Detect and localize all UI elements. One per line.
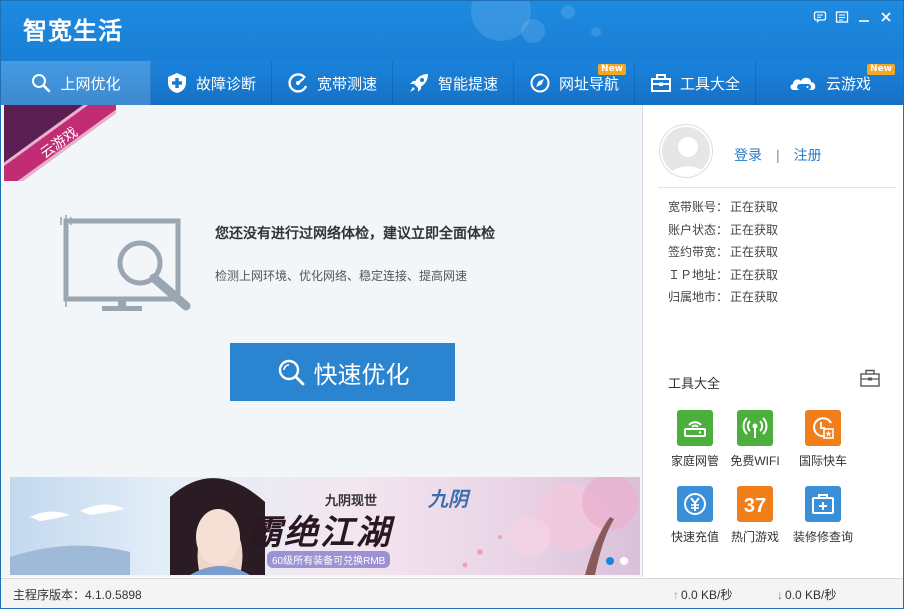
register-link[interactable]: 注册 xyxy=(794,145,822,165)
cloud-gamepad-icon xyxy=(790,77,816,90)
check-description: 检测上网环境、优化网络、稳定连接、提高网速 xyxy=(215,269,468,283)
quick-optimize-button[interactable]: 快速优化 xyxy=(230,343,455,401)
tool-label: 装修修查询 xyxy=(792,530,853,544)
menu-icon[interactable] xyxy=(835,10,849,24)
tab-label: 智能提速 xyxy=(437,75,498,93)
decor-bubble xyxy=(591,27,601,37)
info-value: 正在获取 xyxy=(730,290,779,304)
main-panel: 云游戏 您还没有进行过网络体检，建议立即全面体检 检测上网环境、优化网络、稳定连… xyxy=(1,105,643,577)
new-badge: New xyxy=(867,64,895,75)
tab-label: 云游戏 xyxy=(825,75,871,93)
tab-url-navigation[interactable]: 网址导航 New xyxy=(514,61,635,105)
tool-hot-games[interactable]: 37 热门游戏 xyxy=(720,486,790,545)
speedometer-icon xyxy=(288,73,308,93)
medical-cross-icon xyxy=(167,73,186,93)
cloud-game-ribbon[interactable]: 云游戏 xyxy=(4,105,116,181)
wifi-icon xyxy=(737,410,773,446)
avatar[interactable] xyxy=(660,125,712,177)
compass-icon xyxy=(530,73,550,93)
tab-tools[interactable]: 工具大全 xyxy=(635,61,756,105)
search-icon xyxy=(278,359,304,386)
tab-network-optimize[interactable]: 上网优化 xyxy=(1,61,151,105)
account-info-list: 宽带账号： 正在获取 账户状态： 正在获取 签约带宽： 正在获取 ＩＰ地址： 正在获取 … xyxy=(668,198,778,311)
app-window: 智宽生活 上网优化 故障诊断 宽带测速 智能提速 网址导航 New 工具大全 云… xyxy=(0,0,904,609)
tab-label: 工具大全 xyxy=(679,75,740,93)
info-key: 归属地市： xyxy=(668,290,729,304)
login-link[interactable]: 登录 xyxy=(734,145,762,165)
rocket-icon xyxy=(409,74,428,92)
upload-speed: ↑ 0.0 KB/秒 xyxy=(673,586,732,603)
magnifier-icon xyxy=(32,74,51,93)
status-bar: 主程序版本：4.1.0.5898 ↑ 0.0 KB/秒 ↓ 0.0 KB/秒 xyxy=(1,578,903,608)
tool-free-wifi[interactable]: 免费WIFI xyxy=(720,410,790,469)
tab-label: 上网优化 xyxy=(60,75,121,93)
info-key: 签约带宽： xyxy=(668,245,729,259)
account-panel: 登录 | 注册 宽带账号： 正在获取 账户状态： 正在获取 签约带宽： 正在获取 ＩＰ… xyxy=(644,105,903,577)
decor-bubble xyxy=(561,5,575,19)
info-row: 归属地市： 正在获取 xyxy=(668,288,778,311)
app-title: 智宽生活 xyxy=(23,18,123,45)
pager-dot[interactable] xyxy=(620,557,628,565)
window-controls xyxy=(813,10,893,24)
download-speed-value: 0.0 KB/秒 xyxy=(785,588,837,602)
user-silhouette-icon xyxy=(670,137,706,175)
svg-text:37: 37 xyxy=(744,495,766,517)
info-row: 账户状态： 正在获取 xyxy=(668,221,778,244)
info-key: 账户状态： xyxy=(668,222,729,237)
router-icon xyxy=(677,410,713,446)
network-check-illustration xyxy=(60,215,191,311)
info-row: 宽带账号： 正在获取 xyxy=(668,198,778,221)
tab-fault-diagnosis[interactable]: 故障诊断 xyxy=(151,61,272,105)
toolbox-icon[interactable] xyxy=(860,369,880,387)
arrow-down-icon: ↓ xyxy=(777,588,783,602)
info-row: ＩＰ地址： 正在获取 xyxy=(668,266,778,289)
tab-speed-test[interactable]: 宽带测速 xyxy=(272,61,393,105)
banner-pager xyxy=(606,557,628,565)
info-key: 宽带账号： xyxy=(668,200,729,214)
game-logo: 九阴 xyxy=(428,489,468,511)
minimize-icon[interactable] xyxy=(857,10,871,24)
banner-promo: 60级所有装备可兑换RMB xyxy=(267,551,391,568)
tab-label: 网址导航 xyxy=(558,75,619,93)
game-37-icon: 37 xyxy=(737,486,773,522)
arrow-up-icon: ↑ xyxy=(673,588,679,602)
upload-speed-value: 0.0 KB/秒 xyxy=(681,588,733,602)
divider xyxy=(658,187,896,188)
info-value: 正在获取 xyxy=(730,245,779,259)
tool-international-express[interactable]: 国际快车 xyxy=(788,410,858,469)
clock-star-icon xyxy=(805,410,841,446)
info-key: ＩＰ地址： xyxy=(668,267,729,282)
login-links: 登录 | 注册 xyxy=(734,145,822,165)
main-nav: 上网优化 故障诊断 宽带测速 智能提速 网址导航 New 工具大全 云游戏 Ne… xyxy=(1,61,903,105)
title-bar[interactable]: 智宽生活 xyxy=(1,1,903,61)
feedback-icon[interactable] xyxy=(813,10,827,24)
decor-bubble xyxy=(521,19,545,43)
check-title: 您还没有进行过网络体检，建议立即全面体检 xyxy=(215,225,495,241)
tab-smart-boost[interactable]: 智能提速 xyxy=(393,61,514,105)
pager-dot[interactable] xyxy=(606,557,614,565)
tool-label: 国际快车 xyxy=(798,454,847,468)
version-text: 主程序版本：4.1.0.5898 xyxy=(13,588,142,602)
banner-title: 霸绝江湖 xyxy=(248,513,392,553)
info-value: 正在获取 xyxy=(730,267,779,282)
tab-label: 故障诊断 xyxy=(195,75,256,93)
quick-optimize-label: 快速优化 xyxy=(313,361,410,389)
info-row: 签约带宽： 正在获取 xyxy=(668,243,778,266)
game-ad-banner[interactable]: 九阴现世 霸绝江湖 九阴 60级所有装备可兑换RMB xyxy=(10,477,640,575)
tool-repair-query[interactable]: 装修修查询 xyxy=(788,486,858,545)
tools-title: 工具大全 xyxy=(668,376,721,391)
close-icon[interactable] xyxy=(879,10,893,24)
info-value: 正在获取 xyxy=(730,222,779,237)
toolbox-plus-icon xyxy=(805,486,841,522)
tab-cloud-game[interactable]: 云游戏 New xyxy=(756,61,903,105)
new-badge: New xyxy=(598,64,626,75)
download-speed: ↓ 0.0 KB/秒 xyxy=(777,586,836,603)
info-value: 正在获取 xyxy=(730,200,779,214)
link-separator: | xyxy=(776,147,780,163)
yen-icon xyxy=(677,486,713,522)
toolbox-icon xyxy=(650,74,671,92)
tool-label: 热门游戏 xyxy=(730,530,779,544)
tab-label: 宽带测速 xyxy=(316,75,377,93)
tool-label: 免费WIFI xyxy=(730,454,780,468)
